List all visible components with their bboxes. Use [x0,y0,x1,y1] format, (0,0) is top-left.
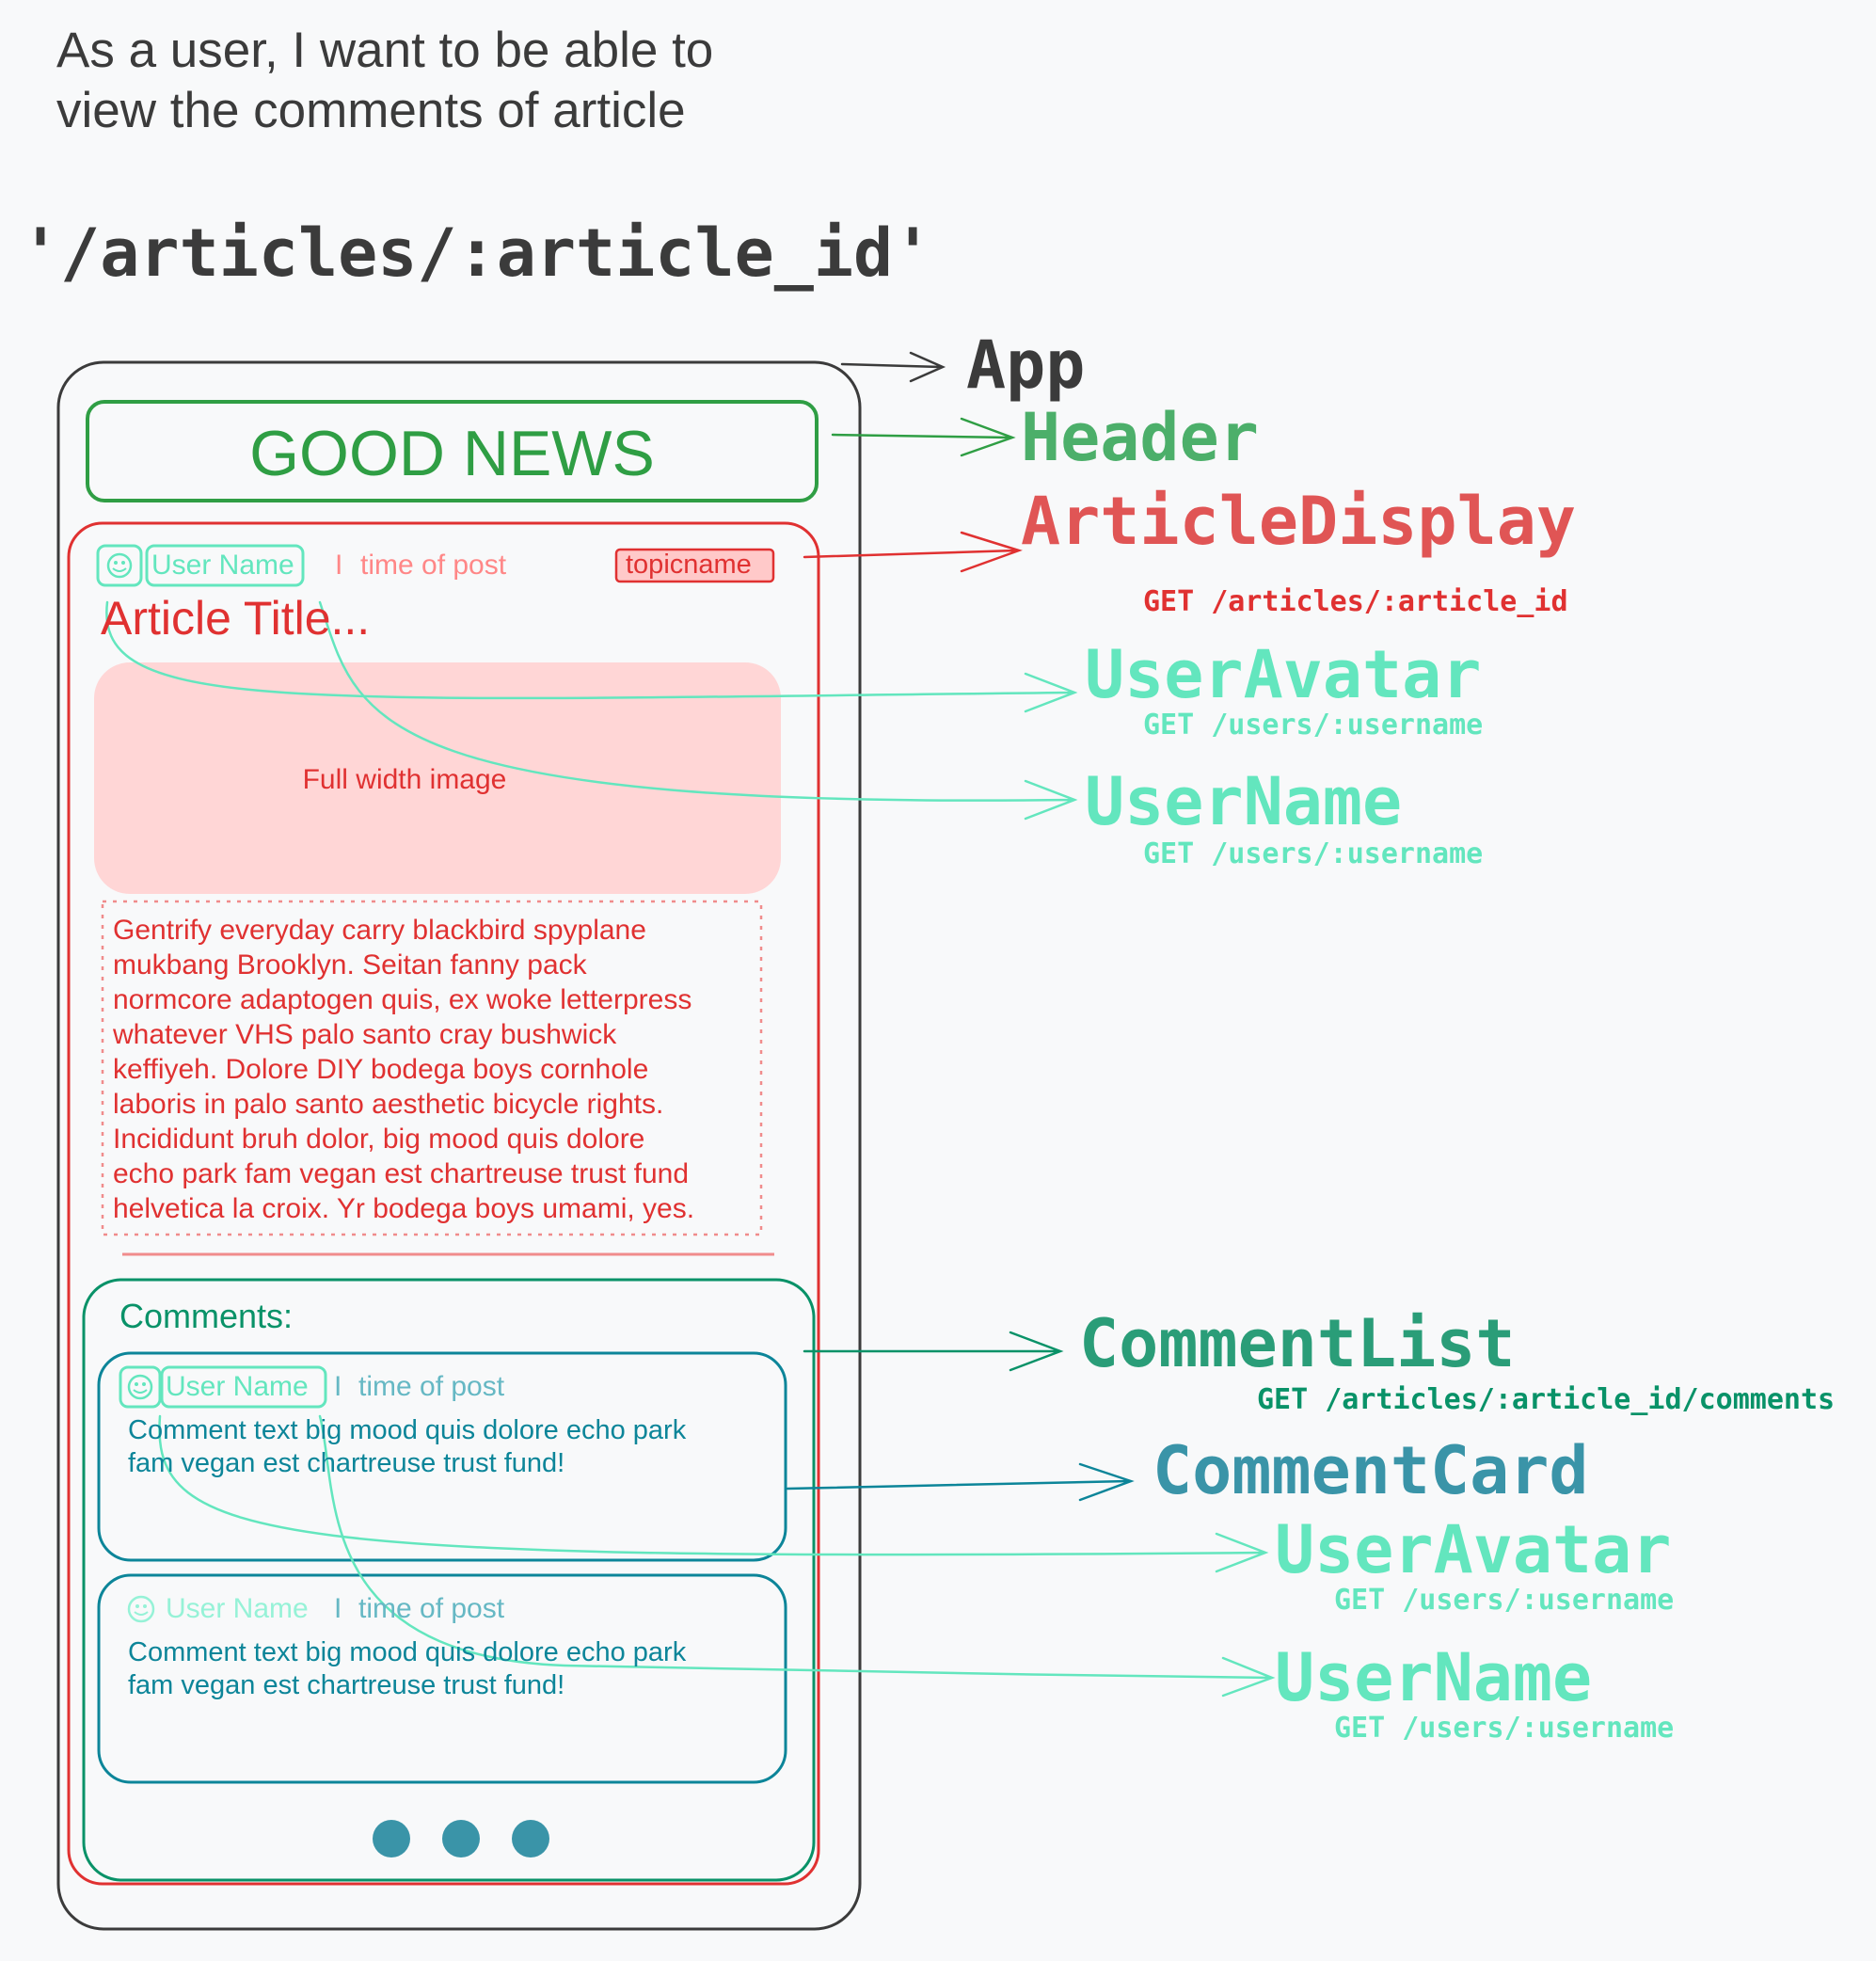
article-body-line: normcore adaptogen quis, ex woke letterp… [113,984,692,1015]
api-comment-user-name: GET /users/:username [1334,1712,1675,1745]
article-user-name: User Name [151,550,294,581]
article-body-line: whatever VHS palo santo cray bushwick [113,1019,617,1050]
smiley-eye-right [143,1604,147,1608]
smiley-mouth [133,1389,148,1394]
article-time: time of post [360,550,507,581]
topic-tag: topicname [626,550,752,580]
comment-1-text-line-1: Comment text big mood quis dolore echo p… [128,1415,687,1445]
arrow-app [840,351,946,383]
comment-list-frame [82,1278,816,1882]
api-comment-user-avatar: GET /users/:username [1334,1584,1675,1617]
label-article-display: ArticleDisplay [1021,483,1577,560]
article-body-line: Gentrify everyday carry blackbird spypla… [113,915,646,946]
pagination-dot-1 [373,1820,410,1857]
smiley-mouth [112,567,127,572]
arrow-comment-card [786,1462,1135,1502]
comment-2-user-name: User Name [166,1593,309,1624]
article-title: Article Title... [101,592,371,645]
label-user-name: UserName [1085,763,1403,840]
label-comment-user-avatar: UserAvatar [1275,1511,1672,1588]
label-comment-list: CommentList [1079,1305,1516,1382]
comments-heading: Comments: [119,1297,294,1335]
article-body-line: Incididunt bruh dolor, big mood quis dol… [113,1124,645,1155]
comment-2-text-line-2: fam vegan est chartreuse trust fund! [128,1670,565,1700]
api-comment-list: GET /articles/:article_id/comments [1257,1383,1836,1416]
smiley-eye-left [114,561,118,565]
smiley-eye-right [121,561,125,565]
api-article-display: GET /articles/:article_id [1143,585,1568,618]
label-comment-user-name: UserName [1275,1639,1593,1716]
article-separator: I [335,550,343,581]
article-body: Gentrify everyday carry blackbird spypla… [113,913,694,1226]
arrow-article-display [803,531,1023,573]
article-body-line: helvetica la croix. Yr bodega boys umami… [113,1193,695,1224]
image-label: Full width image [302,764,507,795]
api-user-name: GET /users/:username [1143,837,1484,870]
header-title: GOOD NEWS [249,418,655,489]
api-user-avatar: GET /users/:username [1143,709,1484,741]
comment-avatar-frame [119,1365,162,1409]
article-body-line: laboris in palo santo aesthetic bicycle … [113,1089,664,1120]
pagination-dot-3 [512,1820,549,1857]
label-comment-card: CommentCard [1153,1432,1589,1509]
smiley-icon [106,552,133,579]
smiley-eye-left [135,1604,139,1608]
smiley-icon [127,1374,153,1400]
label-app: App [966,327,1086,404]
comment-1-separator: I [334,1371,342,1402]
comment-2-text-line-1: Comment text big mood quis dolore echo p… [128,1637,687,1667]
comment-1-text-line-2: fam vegan est chartreuse trust fund! [128,1448,565,1478]
pagination-dot-2 [442,1820,480,1857]
smiley-mouth [134,1611,149,1616]
comment-2-time: time of post [358,1593,505,1624]
article-body-line: mukbang Brooklyn. Seitan fanny pack [113,949,587,980]
arrow-comment-list [803,1331,1064,1372]
label-header: Header [1021,399,1259,476]
smiley-icon [127,1595,155,1623]
comment-1-user-name: User Name [166,1371,309,1402]
label-user-avatar: UserAvatar [1085,636,1482,713]
comment-2-separator: I [334,1593,342,1624]
article-body-line: keffiyeh. Dolore DIY bodega boys cornhol… [113,1054,649,1085]
article-avatar-frame [96,544,143,587]
article-body-line: echo park fam vegan est chartreuse trust… [113,1158,689,1189]
comment-1-time: time of post [358,1371,505,1402]
smiley-eye-right [142,1382,146,1386]
smiley-eye-left [135,1382,138,1386]
